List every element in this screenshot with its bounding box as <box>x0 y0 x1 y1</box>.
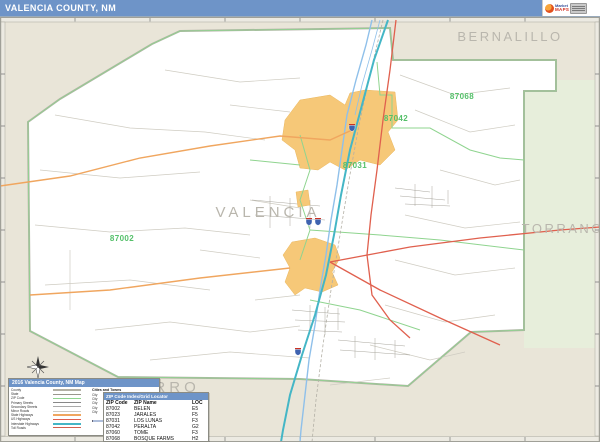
county-map: BERNALILLO TORRANCE SOCORRO VALENCIA 870… <box>0 0 600 442</box>
legend-title: 2016 Valencia County, NM Map <box>9 379 159 387</box>
interstate-shield-icon <box>349 124 355 131</box>
zip-index-title: ZIP Code Index/Grid Locator <box>104 393 208 400</box>
interstate-shield-icon <box>295 348 301 355</box>
toll-line-sample <box>53 427 81 428</box>
state-hwy-line-sample <box>53 414 81 416</box>
zip-line-sample <box>53 398 81 400</box>
logo-burst-icon <box>545 4 554 13</box>
zip-code-index: ZIP Code Index/Grid Locator ZIP Code ZIP… <box>103 392 209 442</box>
county-label-torrance: TORRANCE <box>522 221 600 236</box>
primary-line-sample <box>53 402 81 403</box>
secondary-line-sample <box>53 406 81 407</box>
torrance-county-area <box>524 80 600 348</box>
zip-label-87031: 87031 <box>343 161 367 170</box>
legend-item: Toll Roads <box>11 426 89 430</box>
us-hwy-line-sample <box>53 419 81 421</box>
zip-table-row: 87068BOSQUE FARMSH2 <box>104 436 208 442</box>
county-label-valencia: VALENCIA <box>215 204 320 221</box>
legend-symbols-column: County State ZIP Code Primary Streets Se… <box>11 388 89 430</box>
zip-label-87068: 87068 <box>450 92 474 101</box>
logo-wordmark: Market MAPS <box>555 4 569 12</box>
city-area-los-lunas <box>282 90 398 170</box>
state-line-sample <box>53 394 81 396</box>
county-line-sample <box>53 389 81 391</box>
logo-card-icon <box>570 3 587 14</box>
interstate-line-sample <box>53 423 81 425</box>
zip-label-87002: 87002 <box>110 234 134 243</box>
marketmaps-logo: Market MAPS <box>542 0 600 16</box>
page-title: VALENCIA COUNTY, NM <box>5 3 116 13</box>
county-label-bernalillo: BERNALILLO <box>457 29 562 44</box>
title-bar: VALENCIA COUNTY, NM Market MAPS <box>0 0 600 17</box>
zip-label-87042: 87042 <box>384 114 408 123</box>
minor-line-sample <box>53 411 81 412</box>
